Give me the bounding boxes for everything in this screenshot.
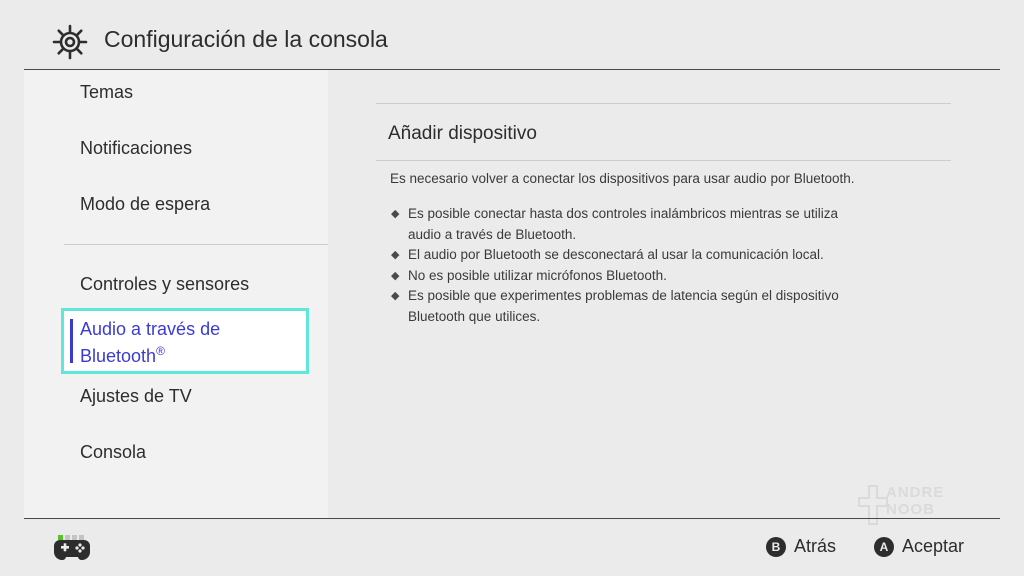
watermark-text: ANDRE NOOB bbox=[886, 484, 945, 518]
selection-indicator bbox=[70, 319, 73, 363]
content-top-divider bbox=[376, 103, 951, 104]
sidebar-item-label-line1: Audio a través de bbox=[80, 319, 221, 339]
sidebar-item-label: Audio a través de Bluetooth® bbox=[80, 318, 220, 367]
sidebar-divider bbox=[64, 244, 328, 245]
list-item: ◆ Es posible conectar hasta dos controle… bbox=[391, 206, 838, 242]
b-button-icon: B bbox=[766, 536, 786, 557]
header: Configuración de la consola bbox=[0, 0, 1024, 70]
list-item: ◆ No es posible utilizar micrófonos Blue… bbox=[390, 266, 940, 287]
content-title-divider bbox=[376, 160, 951, 161]
sidebar-item-audio-bluetooth[interactable]: Audio a través de Bluetooth® bbox=[61, 308, 309, 374]
controller-icon bbox=[54, 540, 90, 561]
diamond-bullet-icon: ◆ bbox=[391, 249, 400, 261]
intro-text: Es necesario volver a conectar los dispo… bbox=[390, 171, 855, 186]
dpad-icon bbox=[858, 485, 888, 525]
watermark: ANDRE NOOB bbox=[858, 484, 943, 531]
accept-label: Aceptar bbox=[902, 536, 965, 556]
gear-icon bbox=[52, 24, 88, 60]
page-title: Configuración de la consola bbox=[104, 26, 388, 52]
list-item: ◆ Es posible que experimentes problemas … bbox=[391, 288, 839, 324]
diamond-bullet-icon: ◆ bbox=[391, 269, 400, 282]
a-button-icon: A bbox=[874, 536, 894, 557]
sidebar-item-label-line2: Bluetooth bbox=[80, 346, 157, 366]
diamond-bullet-icon: ◆ bbox=[391, 208, 400, 220]
sidebar-item-consola[interactable]: Consola bbox=[80, 442, 146, 463]
list-item: ◆ El audio por Bluetooth se desconectará… bbox=[390, 245, 940, 266]
add-device-option[interactable]: Añadir dispositivo bbox=[388, 123, 537, 145]
registered-mark: ® bbox=[156, 344, 165, 358]
accept-button[interactable]: A Aceptar bbox=[874, 536, 964, 557]
sidebar: Temas Notificaciones Modo de espera Cont… bbox=[24, 70, 328, 518]
footer-divider bbox=[24, 518, 1000, 519]
notes-list: ◆ Es posible conectar hasta dos controle… bbox=[390, 204, 940, 327]
back-button[interactable]: B Atrás bbox=[766, 536, 836, 557]
sidebar-item-ajustes-de-tv[interactable]: Ajustes de TV bbox=[80, 386, 192, 407]
sidebar-item-controles-y-sensores[interactable]: Controles y sensores bbox=[80, 274, 249, 295]
sidebar-item-notificaciones[interactable]: Notificaciones bbox=[80, 138, 192, 159]
back-label: Atrás bbox=[794, 536, 837, 556]
diamond-bullet-icon: ◆ bbox=[391, 290, 400, 302]
sidebar-item-modo-de-espera[interactable]: Modo de espera bbox=[80, 194, 210, 215]
sidebar-item-temas[interactable]: Temas bbox=[80, 82, 133, 103]
